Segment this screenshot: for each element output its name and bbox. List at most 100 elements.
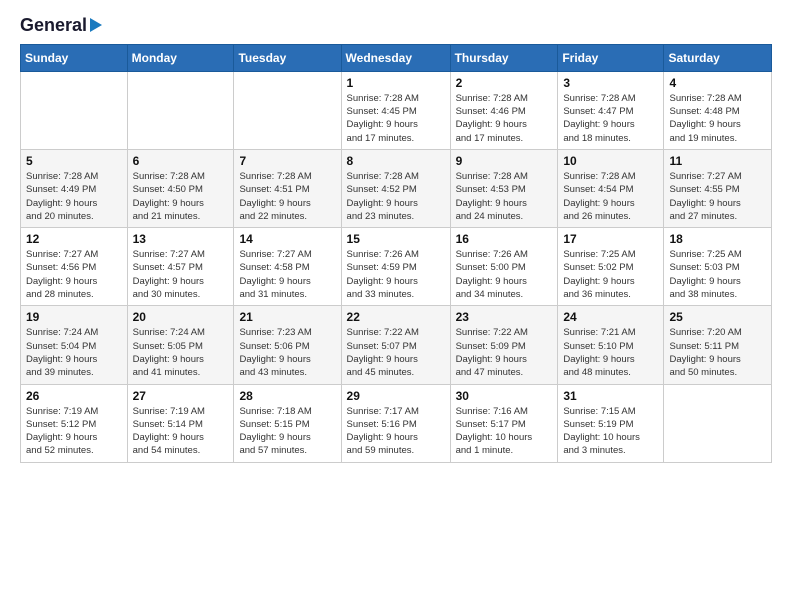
weekday-header: Monday (127, 44, 234, 71)
day-number: 19 (26, 310, 122, 324)
calendar-day-cell: 14 Sunrise: 7:27 AM Sunset: 4:58 PM Dayli… (234, 228, 341, 306)
calendar-empty-cell (21, 71, 128, 149)
calendar-day-cell: 8 Sunrise: 7:28 AM Sunset: 4:52 PM Daylig… (341, 149, 450, 227)
calendar-day-cell: 2 Sunrise: 7:28 AM Sunset: 4:46 PM Daylig… (450, 71, 558, 149)
calendar-empty-cell (127, 71, 234, 149)
weekday-header: Thursday (450, 44, 558, 71)
calendar-day-cell: 7 Sunrise: 7:28 AM Sunset: 4:51 PM Daylig… (234, 149, 341, 227)
calendar-day-cell: 6 Sunrise: 7:28 AM Sunset: 4:50 PM Daylig… (127, 149, 234, 227)
calendar-day-cell: 4 Sunrise: 7:28 AM Sunset: 4:48 PM Daylig… (664, 71, 772, 149)
day-info: Sunrise: 7:22 AM Sunset: 5:09 PM Dayligh… (456, 326, 553, 379)
day-info: Sunrise: 7:27 AM Sunset: 4:56 PM Dayligh… (26, 248, 122, 301)
day-info: Sunrise: 7:19 AM Sunset: 5:12 PM Dayligh… (26, 405, 122, 458)
day-number: 22 (347, 310, 445, 324)
day-number: 24 (563, 310, 658, 324)
day-number: 2 (456, 76, 553, 90)
calendar-day-cell: 26 Sunrise: 7:19 AM Sunset: 5:12 PM Dayli… (21, 384, 128, 462)
logo-arrow-icon (90, 18, 102, 32)
calendar-day-cell: 23Sunrise: 7:22 AM Sunset: 5:09 PM Dayli… (450, 306, 558, 384)
day-info: Sunrise: 7:28 AM Sunset: 4:46 PM Dayligh… (456, 92, 553, 145)
calendar-day-cell: 20 Sunrise: 7:24 AM Sunset: 5:05 PM Dayli… (127, 306, 234, 384)
header: General (20, 16, 772, 34)
calendar-week-row: 12Sunrise: 7:27 AM Sunset: 4:56 PM Dayli… (21, 228, 772, 306)
day-number: 20 (133, 310, 229, 324)
calendar-day-cell: 5 Sunrise: 7:28 AM Sunset: 4:49 PM Daylig… (21, 149, 128, 227)
day-number: 28 (239, 389, 335, 403)
day-number: 21 (239, 310, 335, 324)
day-number: 26 (26, 389, 122, 403)
day-info: Sunrise: 7:27 AM Sunset: 4:55 PM Dayligh… (669, 170, 766, 223)
day-number: 16 (456, 232, 553, 246)
day-info: Sunrise: 7:28 AM Sunset: 4:54 PM Dayligh… (563, 170, 658, 223)
day-info: Sunrise: 7:27 AM Sunset: 4:57 PM Dayligh… (133, 248, 229, 301)
weekday-header: Friday (558, 44, 664, 71)
weekday-header: Wednesday (341, 44, 450, 71)
day-number: 17 (563, 232, 658, 246)
day-number: 11 (669, 154, 766, 168)
day-info: Sunrise: 7:15 AM Sunset: 5:19 PM Dayligh… (563, 405, 658, 458)
day-info: Sunrise: 7:26 AM Sunset: 4:59 PM Dayligh… (347, 248, 445, 301)
day-info: Sunrise: 7:19 AM Sunset: 5:14 PM Dayligh… (133, 405, 229, 458)
calendar-header-row: SundayMondayTuesdayWednesdayThursdayFrid… (21, 44, 772, 71)
calendar-day-cell: 29Sunrise: 7:17 AM Sunset: 5:16 PM Dayli… (341, 384, 450, 462)
day-number: 7 (239, 154, 335, 168)
day-number: 18 (669, 232, 766, 246)
logo-general-text: General (20, 16, 87, 36)
calendar-day-cell: 25Sunrise: 7:20 AM Sunset: 5:11 PM Dayli… (664, 306, 772, 384)
calendar-week-row: 1 Sunrise: 7:28 AM Sunset: 4:45 PM Daylig… (21, 71, 772, 149)
page: General SundayMondayTuesdayWednesdayThur… (0, 0, 792, 612)
day-number: 14 (239, 232, 335, 246)
calendar-day-cell: 17 Sunrise: 7:25 AM Sunset: 5:02 PM Dayli… (558, 228, 664, 306)
day-number: 1 (347, 76, 445, 90)
day-number: 27 (133, 389, 229, 403)
day-info: Sunrise: 7:28 AM Sunset: 4:48 PM Dayligh… (669, 92, 766, 145)
day-info: Sunrise: 7:25 AM Sunset: 5:03 PM Dayligh… (669, 248, 766, 301)
calendar-day-cell: 11 Sunrise: 7:27 AM Sunset: 4:55 PM Dayli… (664, 149, 772, 227)
calendar-day-cell: 22Sunrise: 7:22 AM Sunset: 5:07 PM Dayli… (341, 306, 450, 384)
day-info: Sunrise: 7:28 AM Sunset: 4:53 PM Dayligh… (456, 170, 553, 223)
day-info: Sunrise: 7:28 AM Sunset: 4:51 PM Dayligh… (239, 170, 335, 223)
day-number: 8 (347, 154, 445, 168)
weekday-header: Tuesday (234, 44, 341, 71)
calendar-day-cell: 19 Sunrise: 7:24 AM Sunset: 5:04 PM Dayli… (21, 306, 128, 384)
calendar-day-cell: 9 Sunrise: 7:28 AM Sunset: 4:53 PM Daylig… (450, 149, 558, 227)
calendar-week-row: 26 Sunrise: 7:19 AM Sunset: 5:12 PM Dayli… (21, 384, 772, 462)
calendar-day-cell: 30 Sunrise: 7:16 AM Sunset: 5:17 PM Dayli… (450, 384, 558, 462)
calendar-week-row: 5 Sunrise: 7:28 AM Sunset: 4:49 PM Daylig… (21, 149, 772, 227)
weekday-header: Sunday (21, 44, 128, 71)
day-number: 30 (456, 389, 553, 403)
day-number: 3 (563, 76, 658, 90)
day-info: Sunrise: 7:24 AM Sunset: 5:04 PM Dayligh… (26, 326, 122, 379)
logo: General (20, 16, 102, 34)
calendar-day-cell: 10 Sunrise: 7:28 AM Sunset: 4:54 PM Dayli… (558, 149, 664, 227)
day-info: Sunrise: 7:28 AM Sunset: 4:52 PM Dayligh… (347, 170, 445, 223)
calendar-day-cell: 24 Sunrise: 7:21 AM Sunset: 5:10 PM Dayli… (558, 306, 664, 384)
day-info: Sunrise: 7:21 AM Sunset: 5:10 PM Dayligh… (563, 326, 658, 379)
day-number: 4 (669, 76, 766, 90)
day-info: Sunrise: 7:24 AM Sunset: 5:05 PM Dayligh… (133, 326, 229, 379)
day-info: Sunrise: 7:17 AM Sunset: 5:16 PM Dayligh… (347, 405, 445, 458)
day-info: Sunrise: 7:23 AM Sunset: 5:06 PM Dayligh… (239, 326, 335, 379)
day-info: Sunrise: 7:28 AM Sunset: 4:50 PM Dayligh… (133, 170, 229, 223)
calendar-day-cell: 18 Sunrise: 7:25 AM Sunset: 5:03 PM Dayli… (664, 228, 772, 306)
day-number: 6 (133, 154, 229, 168)
calendar-week-row: 19 Sunrise: 7:24 AM Sunset: 5:04 PM Dayli… (21, 306, 772, 384)
day-number: 9 (456, 154, 553, 168)
calendar-day-cell: 31 Sunrise: 7:15 AM Sunset: 5:19 PM Dayli… (558, 384, 664, 462)
day-info: Sunrise: 7:27 AM Sunset: 4:58 PM Dayligh… (239, 248, 335, 301)
day-info: Sunrise: 7:28 AM Sunset: 4:49 PM Dayligh… (26, 170, 122, 223)
day-info: Sunrise: 7:18 AM Sunset: 5:15 PM Dayligh… (239, 405, 335, 458)
day-number: 13 (133, 232, 229, 246)
day-number: 15 (347, 232, 445, 246)
calendar-day-cell: 12Sunrise: 7:27 AM Sunset: 4:56 PM Dayli… (21, 228, 128, 306)
day-info: Sunrise: 7:28 AM Sunset: 4:47 PM Dayligh… (563, 92, 658, 145)
day-number: 31 (563, 389, 658, 403)
calendar: SundayMondayTuesdayWednesdayThursdayFrid… (20, 44, 772, 463)
day-info: Sunrise: 7:20 AM Sunset: 5:11 PM Dayligh… (669, 326, 766, 379)
day-info: Sunrise: 7:28 AM Sunset: 4:45 PM Dayligh… (347, 92, 445, 145)
calendar-day-cell: 28 Sunrise: 7:18 AM Sunset: 5:15 PM Dayli… (234, 384, 341, 462)
day-number: 5 (26, 154, 122, 168)
day-info: Sunrise: 7:25 AM Sunset: 5:02 PM Dayligh… (563, 248, 658, 301)
day-number: 10 (563, 154, 658, 168)
day-info: Sunrise: 7:16 AM Sunset: 5:17 PM Dayligh… (456, 405, 553, 458)
